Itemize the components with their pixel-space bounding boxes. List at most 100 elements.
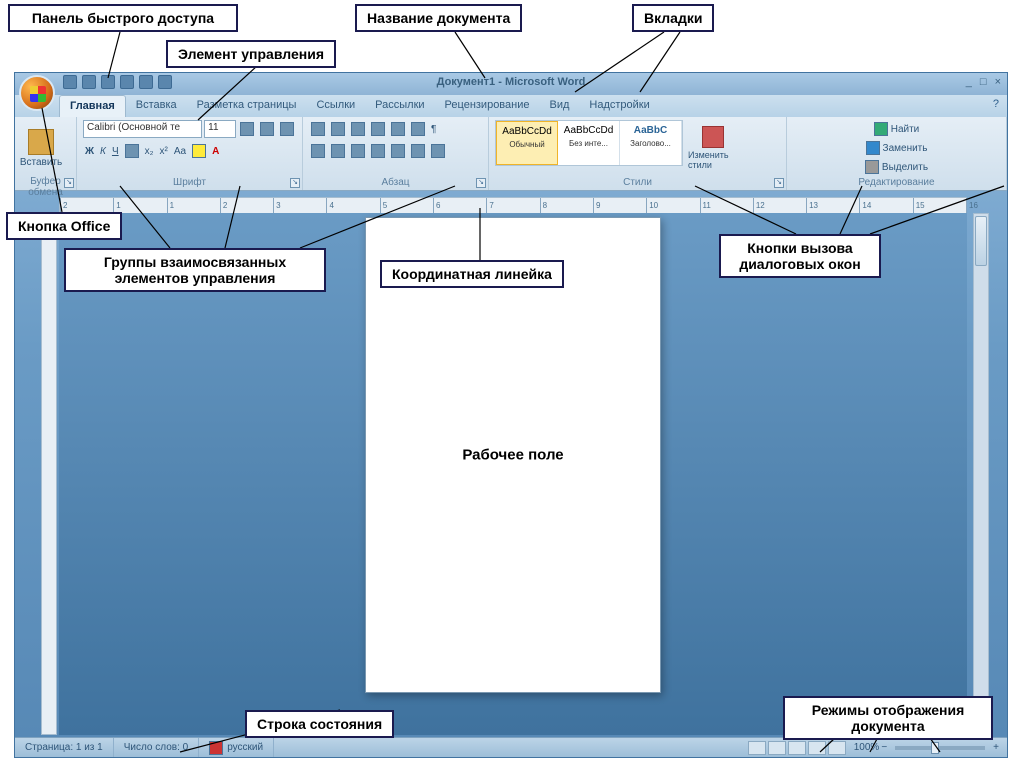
help-icon[interactable]: ? (985, 95, 1007, 117)
zoom-slider-knob[interactable] (931, 742, 939, 754)
multilevel-button[interactable] (349, 120, 367, 138)
superscript-button[interactable]: x² (158, 142, 170, 160)
tab-view[interactable]: Вид (540, 95, 580, 117)
callout-office-button: Кнопка Office (6, 212, 122, 240)
maximize-button[interactable]: □ (980, 76, 987, 88)
tab-addins[interactable]: Надстройки (579, 95, 659, 117)
zoom-value[interactable]: 100% (854, 742, 880, 753)
strike-button[interactable] (123, 142, 141, 160)
tab-layout[interactable]: Разметка страницы (187, 95, 307, 117)
grow-font-button[interactable] (238, 120, 256, 138)
view-outline[interactable] (808, 741, 826, 755)
style-sample-0: АаBbCcDd (497, 126, 557, 137)
shading-icon (411, 144, 425, 158)
callout-view-modes: Режимы отображения документа (783, 696, 993, 740)
numbering-icon (331, 122, 345, 136)
callout-tabs: Вкладки (632, 4, 714, 32)
qat-save-icon[interactable] (63, 75, 77, 89)
view-draft[interactable] (828, 741, 846, 755)
font-size-combo[interactable]: 11 (204, 120, 236, 138)
shrink-font-icon (260, 122, 274, 136)
ribbon: Вставить Буфер обмена ↘ Calibri (Основно… (15, 117, 1007, 191)
tab-references[interactable]: Ссылки (306, 95, 365, 117)
document-page[interactable]: Рабочее поле (365, 217, 661, 693)
shading-button[interactable] (409, 142, 427, 160)
status-words[interactable]: Число слов: 0 (114, 738, 199, 757)
qat-preview-icon[interactable] (139, 75, 153, 89)
qat-undo-icon[interactable] (82, 75, 96, 89)
borders-button[interactable] (429, 142, 447, 160)
ruler-mark: 1 (167, 198, 168, 214)
tab-mailings[interactable]: Рассылки (365, 95, 434, 117)
styles-launcher[interactable]: ↘ (774, 178, 784, 188)
zoom-out-button[interactable]: − (881, 742, 887, 753)
highlight-button[interactable] (190, 142, 208, 160)
status-page[interactable]: Страница: 1 из 1 (15, 738, 114, 757)
office-button[interactable] (19, 75, 55, 111)
clear-format-button[interactable] (278, 120, 296, 138)
tab-insert[interactable]: Вставка (126, 95, 187, 117)
style-sample-1: АаBbCcDd (558, 125, 619, 136)
view-web-layout[interactable] (788, 741, 806, 755)
select-button[interactable]: Выделить (793, 158, 1000, 176)
style-gallery[interactable]: АаBbCcDd Обычный АаBbCcDd Без инте... Аа… (495, 120, 683, 166)
justify-button[interactable] (369, 142, 387, 160)
zoom-slider[interactable] (895, 746, 985, 750)
subscript-button[interactable]: x₂ (143, 142, 156, 160)
vertical-scrollbar[interactable] (973, 213, 989, 735)
tab-review[interactable]: Рецензирование (435, 95, 540, 117)
vertical-ruler[interactable] (41, 213, 57, 735)
group-editing-label: Редактирование (793, 177, 1000, 190)
align-right-button[interactable] (349, 142, 367, 160)
ruler-mark: 7 (486, 198, 487, 214)
callout-doc-name: Название документа (355, 4, 522, 32)
font-name-combo[interactable]: Calibri (Основной те (83, 120, 202, 138)
status-lang[interactable]: русский (199, 738, 274, 757)
qat-redo-icon[interactable] (101, 75, 115, 89)
style-heading[interactable]: АаBbC Заголово... (620, 121, 682, 165)
view-print-layout[interactable] (748, 741, 766, 755)
clipboard-launcher[interactable]: ↘ (64, 178, 74, 188)
qat-more-icon[interactable] (158, 75, 172, 89)
qat-print-icon[interactable] (120, 75, 134, 89)
find-button[interactable]: Найти (793, 120, 1000, 138)
minimize-button[interactable]: _ (966, 76, 972, 88)
shrink-font-button[interactable] (258, 120, 276, 138)
group-clipboard: Вставить Буфер обмена ↘ (15, 117, 77, 190)
change-styles-button[interactable]: Изменить стили (686, 120, 740, 176)
paste-button[interactable]: Вставить (21, 120, 61, 176)
ruler-mark: 9 (593, 198, 594, 214)
numbering-button[interactable] (329, 120, 347, 138)
scrollbar-thumb[interactable] (975, 216, 987, 266)
bold-button[interactable]: Ж (83, 142, 96, 160)
replace-label: Заменить (883, 143, 928, 154)
indent-button[interactable] (389, 120, 407, 138)
view-full-screen[interactable] (768, 741, 786, 755)
replace-button[interactable]: Заменить (793, 139, 1000, 157)
align-center-button[interactable] (329, 142, 347, 160)
outdent-button[interactable] (369, 120, 387, 138)
style-sample-2: АаBbC (620, 125, 681, 136)
font-launcher[interactable]: ↘ (290, 178, 300, 188)
close-button[interactable]: × (995, 76, 1001, 88)
font-color-button[interactable]: A (210, 142, 221, 160)
ruler-mark: 2 (220, 198, 221, 214)
style-nospacing[interactable]: АаBbCcDd Без инте... (558, 121, 620, 165)
tab-home[interactable]: Главная (59, 95, 126, 117)
ruler-mark: 6 (433, 198, 434, 214)
ruler-mark: 4 (326, 198, 327, 214)
paragraph-launcher[interactable]: ↘ (476, 178, 486, 188)
view-mode-buttons: 100% − + (748, 741, 1007, 755)
style-normal[interactable]: АаBbCcDd Обычный (496, 121, 558, 165)
change-styles-label: Изменить стили (688, 150, 738, 170)
line-spacing-button[interactable] (389, 142, 407, 160)
word-window: Документ1 - Microsoft Word _ □ × Главная… (14, 72, 1008, 758)
align-left-button[interactable] (309, 142, 327, 160)
case-button[interactable]: Aa (172, 142, 188, 160)
italic-button[interactable]: К (98, 142, 108, 160)
zoom-in-button[interactable]: + (993, 742, 999, 753)
bullets-button[interactable] (309, 120, 327, 138)
underline-button[interactable]: Ч (110, 142, 121, 160)
sort-button[interactable] (409, 120, 427, 138)
showmarks-button[interactable]: ¶ (429, 120, 438, 138)
